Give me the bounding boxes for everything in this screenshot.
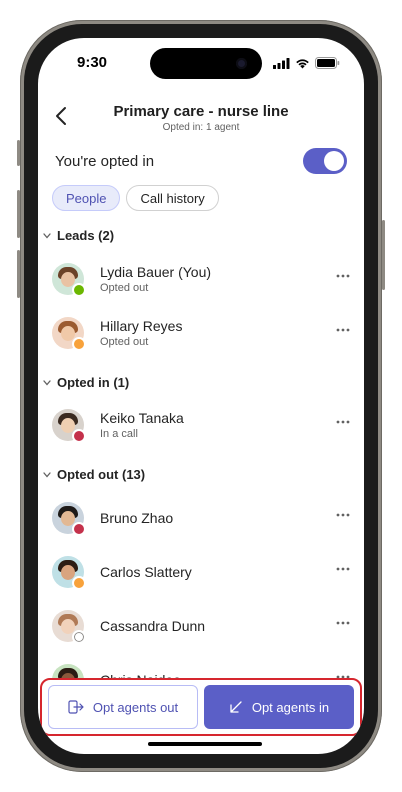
more-icon: [336, 420, 350, 424]
volume-down-button: [17, 250, 20, 298]
opt-in-label: You're opted in: [55, 152, 155, 170]
opt-agents-out-label: Opt agents out: [92, 699, 179, 715]
person-status: In a call: [100, 428, 138, 440]
avatar: [52, 502, 86, 536]
avatar: [52, 610, 86, 644]
more-options-button[interactable]: [334, 416, 352, 428]
signal-icon: [273, 57, 290, 69]
action-bar: Opt agents out Opt agents in: [40, 678, 362, 736]
chevron-down-icon: [43, 379, 51, 385]
away-status-icon: [72, 576, 86, 590]
person-name: Bruno Zhao: [100, 510, 174, 526]
more-options-button[interactable]: [334, 617, 352, 629]
avatar: [52, 556, 86, 590]
more-icon: [336, 513, 350, 517]
more-options-button[interactable]: [334, 563, 352, 575]
person-row-bruno[interactable]: Bruno Zhao: [52, 491, 352, 545]
offline-status-icon: [72, 630, 86, 644]
person-row-hillary[interactable]: Hillary Reyes Opted out: [52, 306, 352, 360]
status-time: 9:30: [77, 54, 108, 71]
screen: 9:30 Primary care - nurse line Opted in:…: [38, 38, 364, 754]
more-options-button[interactable]: [334, 270, 352, 282]
sign-out-icon: [68, 700, 84, 714]
section-opted-in-title: Opted in (1): [57, 375, 130, 390]
opt-in-toggle[interactable]: [303, 148, 347, 174]
busy-status-icon: [72, 522, 86, 536]
dynamic-island: [150, 48, 262, 79]
chevron-down-icon: [43, 232, 51, 238]
more-options-button[interactable]: [334, 509, 352, 521]
volume-up-button: [17, 190, 20, 238]
person-name: Lydia Bauer (You): [100, 264, 212, 280]
tab-bar: People Call history: [52, 185, 219, 211]
more-icon: [336, 328, 350, 332]
section-opted-out-title: Opted out (13): [57, 467, 146, 482]
tab-call-history[interactable]: Call history: [126, 185, 219, 211]
mute-switch: [17, 140, 20, 166]
more-icon: [336, 567, 350, 571]
battery-icon: [315, 57, 340, 69]
available-status-icon: [72, 283, 86, 297]
status-icons: [273, 57, 340, 69]
power-button: [382, 220, 385, 290]
person-row-lydia[interactable]: Lydia Bauer (You) Opted out: [52, 252, 352, 306]
more-options-button[interactable]: [334, 324, 352, 336]
busy-status-icon: [72, 429, 86, 443]
person-name: Carlos Slattery: [100, 564, 192, 580]
opt-agents-in-button[interactable]: Opt agents in: [204, 685, 354, 729]
person-name: Hillary Reyes: [100, 318, 183, 334]
avatar: [52, 263, 86, 297]
person-name: Keiko Tanaka: [100, 410, 184, 426]
wifi-icon: [296, 58, 309, 68]
person-row-cassandra[interactable]: Cassandra Dunn: [52, 599, 352, 653]
avatar: [52, 409, 86, 443]
person-name: Cassandra Dunn: [100, 618, 206, 634]
more-icon: [336, 274, 350, 278]
section-leads-header[interactable]: Leads (2): [43, 228, 114, 243]
opt-in-row: You're opted in: [55, 146, 347, 176]
section-leads-title: Leads (2): [57, 228, 115, 243]
chevron-down-icon: [43, 471, 51, 477]
camera-icon: [236, 58, 247, 69]
tab-people[interactable]: People: [52, 185, 121, 211]
opt-agents-out-button[interactable]: Opt agents out: [48, 685, 198, 729]
person-status: Opted out: [100, 282, 149, 294]
page-subtitle: Opted in: 1 agent: [162, 122, 240, 133]
away-status-icon: [72, 337, 86, 351]
avatar: [52, 317, 86, 351]
arrow-down-left-icon: [230, 701, 242, 713]
phone-frame: 9:30 Primary care - nurse line Opted in:…: [17, 20, 385, 772]
section-opted-out-header[interactable]: Opted out (13): [43, 467, 145, 482]
person-status: Opted out: [100, 336, 149, 348]
home-indicator[interactable]: [148, 742, 262, 746]
toggle-knob: [324, 151, 344, 171]
opt-agents-in-label: Opt agents in: [251, 699, 330, 715]
person-row-carlos[interactable]: Carlos Slattery: [52, 545, 352, 599]
person-row-keiko[interactable]: Keiko Tanaka In a call: [52, 398, 352, 452]
section-opted-in-header[interactable]: Opted in (1): [43, 375, 129, 390]
more-icon: [336, 621, 350, 625]
page-title: Primary care - nurse line: [113, 103, 289, 120]
